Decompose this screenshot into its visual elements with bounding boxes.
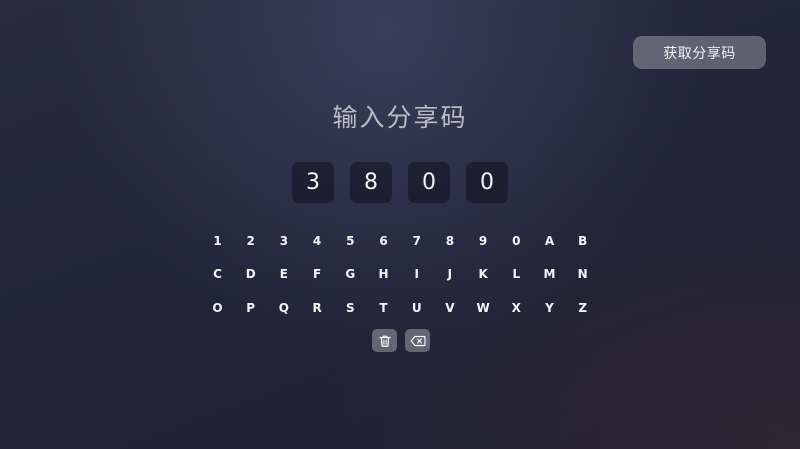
trash-icon	[378, 334, 392, 348]
backspace-key[interactable]	[405, 329, 430, 352]
key-t[interactable]: T	[372, 297, 396, 319]
key-d[interactable]: D	[239, 263, 263, 285]
key-s[interactable]: S	[338, 297, 362, 319]
key-8[interactable]: 8	[438, 230, 462, 252]
code-digit-2: 8	[350, 162, 392, 203]
key-c[interactable]: C	[206, 263, 230, 285]
key-u[interactable]: U	[405, 297, 429, 319]
key-2[interactable]: 2	[239, 230, 263, 252]
key-i[interactable]: I	[405, 263, 429, 285]
get-share-code-button[interactable]: 获取分享码	[633, 36, 766, 69]
code-digit-1: 3	[292, 162, 334, 203]
key-x[interactable]: X	[504, 297, 528, 319]
key-7[interactable]: 7	[405, 230, 429, 252]
key-w[interactable]: W	[471, 297, 495, 319]
key-a[interactable]: A	[538, 230, 562, 252]
key-z[interactable]: Z	[571, 297, 595, 319]
key-6[interactable]: 6	[372, 230, 396, 252]
clear-all-key[interactable]	[372, 329, 397, 352]
key-r[interactable]: R	[305, 297, 329, 319]
key-q[interactable]: Q	[272, 297, 296, 319]
key-f[interactable]: F	[305, 263, 329, 285]
page-title: 输入分享码	[332, 103, 468, 132]
key-h[interactable]: H	[372, 263, 396, 285]
key-4[interactable]: 4	[305, 230, 329, 252]
key-k[interactable]: K	[471, 263, 495, 285]
key-0[interactable]: 0	[504, 230, 528, 252]
code-digit-4: 0	[466, 162, 508, 203]
key-5[interactable]: 5	[338, 230, 362, 252]
key-j[interactable]: J	[438, 263, 462, 285]
key-b[interactable]: B	[571, 230, 595, 252]
key-9[interactable]: 9	[471, 230, 495, 252]
key-v[interactable]: V	[438, 297, 462, 319]
key-p[interactable]: P	[239, 297, 263, 319]
key-g[interactable]: G	[338, 263, 362, 285]
share-code-screen: 获取分享码 输入分享码 3 8 0 0 1234567890ABCDEFGHIJ…	[0, 0, 800, 449]
key-e[interactable]: E	[272, 263, 296, 285]
key-1[interactable]: 1	[206, 230, 230, 252]
key-y[interactable]: Y	[538, 297, 562, 319]
key-3[interactable]: 3	[272, 230, 296, 252]
key-m[interactable]: M	[538, 263, 562, 285]
backspace-icon	[410, 335, 426, 347]
key-n[interactable]: N	[571, 263, 595, 285]
code-digit-3: 0	[408, 162, 450, 203]
key-l[interactable]: L	[504, 263, 528, 285]
key-o[interactable]: O	[206, 297, 230, 319]
